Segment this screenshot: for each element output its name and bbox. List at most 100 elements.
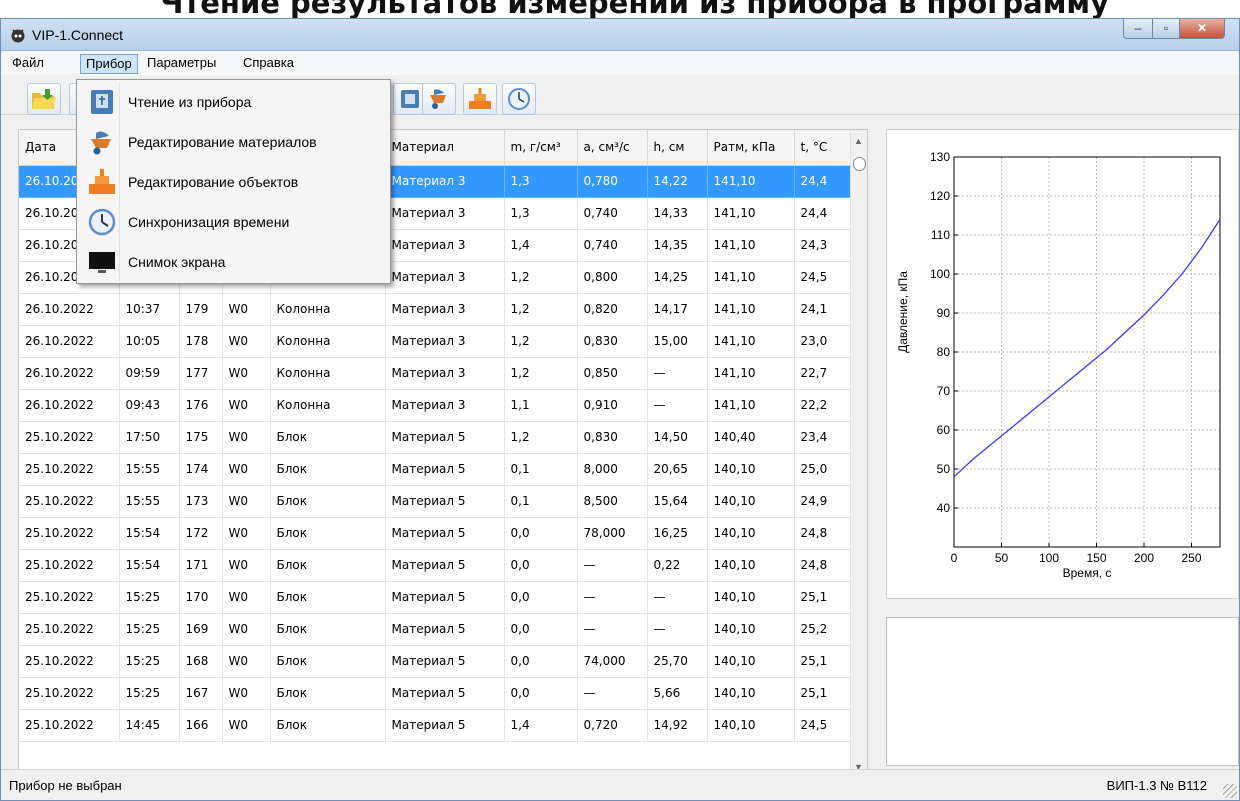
cell-m: 1,4 (504, 229, 578, 262)
table-row[interactable]: 25.10.2022 15:55 174 W0 Блок Материал 5 0,1 8,0… (19, 453, 851, 486)
cell-m: 0,0 (504, 549, 578, 582)
table-row[interactable]: 25.10.2022 15:25 168 W0 Блок Материал 5 0,0 74,… (19, 645, 851, 678)
menu-item-edit-objects[interactable]: Редактирование объектов (79, 163, 388, 201)
col-h[interactable]: h, см (647, 130, 708, 166)
minimize-button[interactable]: – (1123, 19, 1153, 39)
edit-materials-button[interactable] (422, 83, 456, 115)
menu-item-edit-materials[interactable]: Редактирование материалов (79, 123, 388, 161)
cell-patm: 141,10 (707, 325, 795, 358)
status-bar: Прибор не выбран ВИП-1.3 № B112 (1, 769, 1239, 800)
cell-t: 24,5 (794, 261, 851, 294)
resize-grip-icon[interactable] (1223, 784, 1237, 798)
menu-help[interactable]: Справка (238, 54, 299, 74)
cell-t: 24,1 (794, 293, 851, 326)
cell-t: 25,2 (794, 613, 851, 646)
cell-a: 0,820 (577, 293, 648, 326)
cell-h: 20,65 (647, 453, 708, 486)
cell-m: 0,1 (504, 453, 578, 486)
cell-date: 25.10.2022 (19, 613, 120, 646)
cell-a: 0,800 (577, 261, 648, 294)
maximize-button[interactable]: ▫ (1152, 19, 1180, 39)
cell-mode: W0 (222, 389, 271, 422)
cell-object: Блок (270, 421, 386, 454)
cell-h: 15,64 (647, 485, 708, 518)
cell-patm: 140,10 (707, 549, 795, 582)
cell-mode: W0 (222, 517, 271, 550)
table-row[interactable]: 25.10.2022 17:50 175 W0 Блок Материал 5 1,2 0,8… (19, 421, 851, 454)
close-button[interactable]: ✕ (1179, 19, 1225, 39)
cell-mode: W0 (222, 645, 271, 678)
y-tick-label: 80 (937, 345, 951, 359)
cell-date: 26.10.2022 (19, 389, 120, 422)
menu-parameters[interactable]: Параметры (142, 54, 221, 74)
cell-h: 5,66 (647, 677, 708, 710)
bricks-icon (469, 88, 491, 109)
edit-objects-button[interactable] (463, 83, 497, 115)
col-material[interactable]: Материал (385, 130, 505, 166)
cell-material: Материал 5 (385, 709, 505, 742)
cell-m: 0,0 (504, 613, 578, 646)
cell-time: 09:43 (119, 389, 180, 422)
cell-a: — (577, 613, 648, 646)
objects-icon (89, 169, 115, 194)
table-row[interactable]: 26.10.2022 10:05 178 W0 Колонна Материал 3 1,2… (19, 325, 851, 358)
cell-h: 14,92 (647, 709, 708, 742)
title-bar: VIP-1.Connect – ▫ ✕ (1, 19, 1239, 51)
cell-object: Блок (270, 485, 386, 518)
cell-h: 14,35 (647, 229, 708, 262)
col-m[interactable]: m, г/см³ (504, 130, 578, 166)
cell-material: Материал 5 (385, 517, 505, 550)
col-patm[interactable]: Pатм, кПа (707, 130, 795, 166)
table-row[interactable]: 25.10.2022 15:25 170 W0 Блок Материал 5 0,0— —1… (19, 581, 851, 614)
cell-t: 23,0 (794, 325, 851, 358)
cell-t: 22,7 (794, 357, 851, 390)
y-tick-label: 120 (930, 189, 950, 203)
cell-patm: 141,10 (707, 357, 795, 390)
table-row[interactable]: 26.10.2022 09:59 177 W0 Колонна Материал 3 1,2… (19, 357, 851, 390)
table-row[interactable]: 25.10.2022 15:25 167 W0 Блок Материал 5 0,0—5,… (19, 677, 851, 710)
cell-patm: 140,10 (707, 453, 795, 486)
scroll-thumb[interactable] (853, 157, 866, 171)
cell-h: 14,25 (647, 261, 708, 294)
cell-t: 22,2 (794, 389, 851, 422)
cell-mode: W0 (222, 485, 271, 518)
cell-patm: 140,40 (707, 421, 795, 454)
table-row[interactable]: 25.10.2022 15:54 172 W0 Блок Материал 5 0,0 78,… (19, 517, 851, 550)
menu-file[interactable]: Файл (7, 54, 49, 74)
menu-item-screenshot[interactable]: Снимок экрана (79, 243, 388, 281)
menu-item-sync-time[interactable]: Синхронизация времени (79, 203, 388, 241)
table-row[interactable]: 25.10.2022 15:54 171 W0 Блок Материал 5 0,0—0,… (19, 549, 851, 582)
cell-m: 1,2 (504, 421, 578, 454)
cell-patm: 140,10 (707, 613, 795, 646)
table-row[interactable]: 25.10.2022 15:55 173 W0 Блок Материал 5 0,1 8,5… (19, 485, 851, 518)
cell-time: 15:25 (119, 677, 180, 710)
col-a[interactable]: a, см³/с (577, 130, 648, 166)
cell-time: 14:45 (119, 709, 180, 742)
x-tick-label: 150 (1086, 551, 1106, 565)
menu-device[interactable]: Прибор (80, 54, 138, 74)
cell-patm: 140,10 (707, 485, 795, 518)
open-button[interactable] (27, 83, 61, 115)
monitor-icon (89, 252, 115, 273)
col-t[interactable]: t, °C (794, 130, 851, 166)
table-row[interactable]: 26.10.2022 09:43 176 W0 Колонна Материал 3 1,1… (19, 389, 851, 422)
vertical-scrollbar[interactable]: ▲ ▼ (850, 130, 867, 778)
window-title: VIP-1.Connect (32, 27, 124, 43)
sync-time-button[interactable] (502, 83, 536, 115)
menu-item-read-device[interactable]: Чтение из прибора (79, 83, 388, 121)
materials-icon (401, 90, 419, 108)
scroll-up-icon[interactable]: ▲ (854, 136, 863, 146)
details-panel (886, 617, 1239, 766)
cell-object: Блок (270, 549, 386, 582)
table-row[interactable]: 25.10.2022 14:45 166 W0 Блок Материал 5 1,4 0,7… (19, 709, 851, 742)
table-row[interactable]: 25.10.2022 15:25 169 W0 Блок Материал 5 0,0— —1… (19, 613, 851, 646)
cell-object: Блок (270, 677, 386, 710)
cell-number: 177 (179, 357, 223, 390)
cell-h: — (647, 581, 708, 614)
cell-material: Материал 5 (385, 485, 505, 518)
app-logo-icon (11, 29, 25, 43)
menu-item-label: Редактирование объектов (128, 174, 299, 190)
cell-material: Материал 3 (385, 165, 505, 198)
table-row[interactable]: 26.10.2022 10:37 179 W0 Колонна Материал 3 1,2… (19, 293, 851, 326)
cell-object: Колонна (270, 389, 386, 422)
